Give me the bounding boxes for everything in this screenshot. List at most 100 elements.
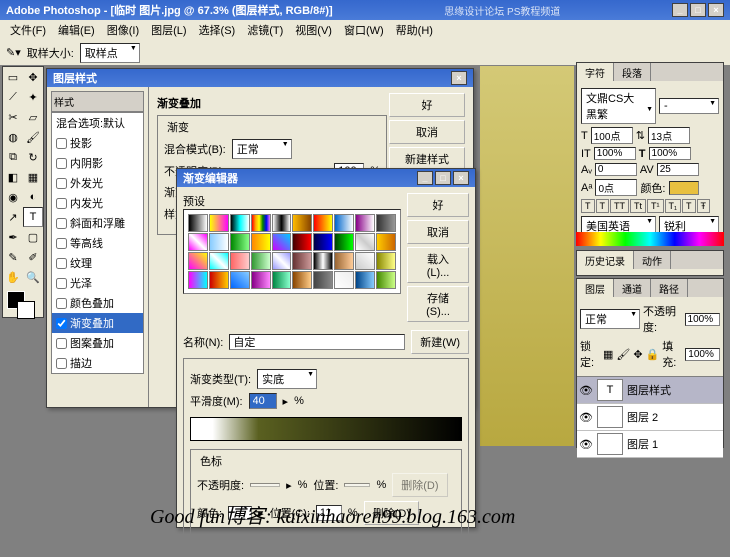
menu-select[interactable]: 选择(S): [193, 20, 242, 40]
ge-max-button[interactable]: □: [435, 171, 451, 185]
menu-window[interactable]: 窗口(W): [338, 20, 390, 40]
font-style-select[interactable]: -: [659, 98, 719, 114]
tool-shape[interactable]: ▢: [23, 227, 43, 247]
tracking-input[interactable]: 0: [595, 163, 637, 176]
minimize-button[interactable]: _: [672, 3, 688, 17]
ge-preset-31[interactable]: [209, 271, 229, 289]
ls-item-10[interactable]: 图案叠加: [52, 333, 143, 353]
ge-title[interactable]: 渐变编辑器 _□×: [177, 169, 475, 187]
ge-preset-23[interactable]: [251, 252, 271, 270]
ge-preset-35[interactable]: [292, 271, 312, 289]
ge-close-button[interactable]: ×: [453, 171, 469, 185]
ls-item-6[interactable]: 纹理: [52, 253, 143, 273]
maximize-button[interactable]: □: [690, 3, 706, 17]
ls-item-2[interactable]: 外发光: [52, 173, 143, 193]
background-color[interactable]: [17, 301, 35, 319]
ge-type-select[interactable]: 实底: [257, 369, 317, 389]
tool-crop[interactable]: ✂: [3, 107, 23, 127]
lock-pixels-icon[interactable]: 🖌: [616, 348, 630, 361]
menu-layer[interactable]: 图层(L): [145, 20, 192, 40]
tool-stamp[interactable]: ⧉: [3, 147, 23, 167]
ge-name-input[interactable]: [229, 334, 405, 350]
tool-lasso[interactable]: ⟋: [3, 87, 23, 107]
ge-preset-24[interactable]: [272, 252, 292, 270]
ge-preset-1[interactable]: [209, 214, 229, 232]
lock-position-icon[interactable]: ✥: [633, 348, 642, 361]
ls-styles-header[interactable]: 样式: [51, 91, 144, 112]
layer-visibility-icon[interactable]: 👁: [579, 438, 593, 451]
ge-preset-10[interactable]: [188, 233, 208, 251]
ge-preset-15[interactable]: [292, 233, 312, 251]
ls-close-button[interactable]: ×: [451, 71, 467, 85]
ge-preset-36[interactable]: [313, 271, 333, 289]
tool-eraser[interactable]: ◧: [3, 167, 23, 187]
ls-item-11[interactable]: 描边: [52, 353, 143, 373]
tool-notes[interactable]: ✎: [3, 247, 23, 267]
ge-new-button[interactable]: 新建(W): [411, 330, 469, 354]
tool-wand[interactable]: ✦: [23, 87, 43, 107]
close-button[interactable]: ×: [708, 3, 724, 17]
ls-item-5[interactable]: 等高线: [52, 233, 143, 253]
layer-fill-input[interactable]: 100%: [685, 348, 720, 361]
ge-preset-19[interactable]: [376, 233, 396, 251]
ge-smooth-input[interactable]: [249, 393, 277, 409]
ge-preset-29[interactable]: [376, 252, 396, 270]
tool-move[interactable]: ✥: [23, 67, 43, 87]
tab-channels[interactable]: 通道: [614, 279, 651, 297]
ge-gradient-bar[interactable]: [190, 417, 462, 441]
layer-style-title[interactable]: 图层样式 ×: [47, 69, 473, 87]
tool-zoom[interactable]: 🔍: [23, 267, 43, 287]
ge-preset-0[interactable]: [188, 214, 208, 232]
tool-type[interactable]: T: [23, 207, 43, 227]
layer-blend-select[interactable]: 正常: [580, 309, 640, 329]
ge-load-button[interactable]: 载入(L)...: [407, 247, 469, 283]
ge-preset-13[interactable]: [251, 233, 271, 251]
layer-visibility-icon[interactable]: 👁: [579, 411, 593, 424]
ge-preset-3[interactable]: [251, 214, 271, 232]
ge-preset-39[interactable]: [376, 271, 396, 289]
ls-item-7[interactable]: 光泽: [52, 273, 143, 293]
layer-thumb[interactable]: T: [597, 379, 623, 401]
tool-history[interactable]: ↻: [23, 147, 43, 167]
text-style-btn-0[interactable]: T: [581, 199, 595, 213]
ge-preset-17[interactable]: [334, 233, 354, 251]
menu-view[interactable]: 视图(V): [289, 20, 338, 40]
ls-blend-mode[interactable]: 正常: [232, 139, 292, 159]
tool-eyedrop[interactable]: ✐: [23, 247, 43, 267]
color-ramp[interactable]: [576, 232, 724, 246]
ls-cancel-button[interactable]: 取消: [389, 120, 465, 144]
ge-preset-7[interactable]: [334, 214, 354, 232]
text-style-btn-4[interactable]: T¹: [647, 199, 664, 213]
tab-paragraph[interactable]: 段落: [614, 63, 651, 81]
tab-history[interactable]: 历史记录: [577, 251, 634, 269]
tool-brush[interactable]: 🖌: [23, 127, 43, 147]
ge-preset-9[interactable]: [376, 214, 396, 232]
kerning-input[interactable]: 25: [657, 163, 699, 176]
ge-preset-33[interactable]: [251, 271, 271, 289]
layer-row-1[interactable]: 👁图层 2: [577, 404, 723, 431]
layer-opacity-input[interactable]: 100%: [685, 313, 720, 326]
ge-preset-6[interactable]: [313, 214, 333, 232]
ge-preset-34[interactable]: [272, 271, 292, 289]
tool-dodge[interactable]: ◐: [23, 187, 43, 207]
text-style-btn-1[interactable]: T: [596, 199, 610, 213]
text-style-btn-3[interactable]: Tt: [630, 199, 646, 213]
text-style-btn-6[interactable]: T: [682, 199, 696, 213]
ge-preset-20[interactable]: [188, 252, 208, 270]
tool-heal[interactable]: ◍: [3, 127, 23, 147]
font-size-input[interactable]: 100点: [591, 127, 633, 144]
ge-preset-8[interactable]: [355, 214, 375, 232]
ge-preset-30[interactable]: [188, 271, 208, 289]
tab-layers[interactable]: 图层: [577, 279, 614, 297]
ls-item-4[interactable]: 斜面和浮雕: [52, 213, 143, 233]
ls-item-9[interactable]: 渐变叠加: [52, 313, 143, 333]
menu-filter[interactable]: 滤镜(T): [241, 20, 289, 40]
menu-file[interactable]: 文件(F): [4, 20, 52, 40]
text-style-btn-2[interactable]: TT: [610, 199, 629, 213]
ls-ok-button[interactable]: 好: [389, 93, 465, 117]
layer-visibility-icon[interactable]: 👁: [579, 384, 593, 397]
tab-actions[interactable]: 动作: [634, 251, 671, 269]
ge-preset-27[interactable]: [334, 252, 354, 270]
ge-min-button[interactable]: _: [417, 171, 433, 185]
lock-transparency-icon[interactable]: ▦: [603, 348, 613, 361]
